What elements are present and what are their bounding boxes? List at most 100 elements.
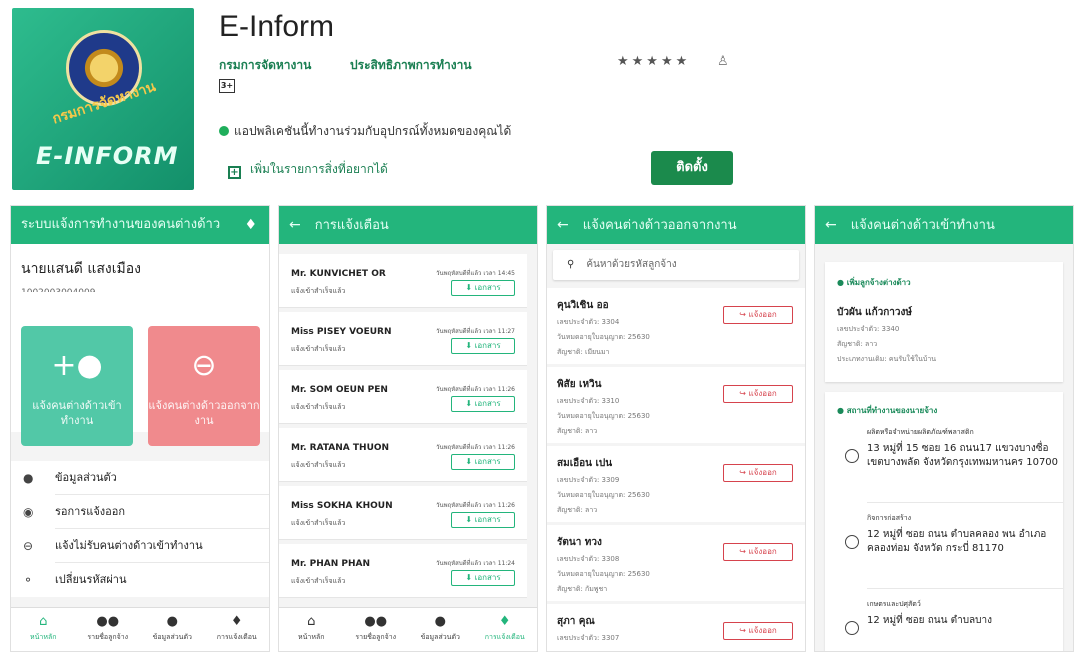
list-item[interactable]: รัตนา ทวง เลขประจำตัว: 3308 วันหมดอายุใบอน… (547, 525, 805, 601)
menu-item-reject[interactable]: ⊖ แจ้งไม่รับคนต่างด้าวเข้าทำงาน (23, 529, 269, 563)
document-button[interactable]: ⬇ เอกสาร (451, 338, 515, 354)
workplace-option[interactable]: กิจการก่อสร้าง 12 หมู่ที่ ซอย ถนน ตำบลคลอ… (845, 503, 1063, 589)
workplace-option[interactable]: ผลิตหรือจำหน่ายผลิตภัณฑ์พลาสติก 13 หมู่ที… (845, 417, 1063, 503)
out-label: แจ้งออก (748, 468, 777, 477)
nationality: สัญชาติ: เมียนมา (557, 348, 610, 356)
menu-label: ข้อมูลส่วนตัว (55, 471, 117, 484)
status-text: แจ้งเข้าสำเร็จแล้ว (291, 287, 346, 295)
person-icon: ● (166, 614, 178, 629)
document-button[interactable]: ⬇ เอกสาร (451, 512, 515, 528)
nav-notifications[interactable]: ♦ การแจ้งเตือน (473, 608, 538, 651)
menu-item-profile[interactable]: ● ข้อมูลส่วนตัว (23, 461, 269, 495)
out-label: แจ้งออก (748, 547, 777, 556)
logout-icon: ↪ (739, 626, 749, 635)
business-type: เกษตรและปศุสัตว์ (867, 600, 921, 608)
info-heading-text: เพิ่มลูกจ้างต่างด้าว (846, 278, 911, 287)
radio-button[interactable] (845, 621, 859, 635)
doc-label: เอกสาร (474, 341, 501, 350)
nav-notifications[interactable]: ♦ การแจ้งเตือน (205, 608, 270, 651)
download-icon: ⬇ (465, 399, 475, 408)
menu-label: แจ้งไม่รับคนต่างด้าวเข้าทำงาน (55, 539, 203, 552)
notify-out-button[interactable]: ↪ แจ้งออก (723, 385, 793, 403)
workplace-option[interactable]: เกษตรและปศุสัตว์ 12 หมู่ที่ ซอย ถนน ตำบลบ… (845, 589, 1063, 651)
bell-icon: ♦ (230, 614, 243, 629)
bottom-nav: ⌂ หน้าหลัก ●● รายชื่อลูกจ้าง ● ข้อมูลส่วนตั… (279, 607, 537, 651)
nav-home[interactable]: ⌂ หน้าหลัก (11, 608, 76, 651)
notify-out-button[interactable]: ↪ แจ้งออก (723, 622, 793, 640)
out-label: แจ้งออก (748, 389, 777, 398)
back-arrow-icon[interactable]: ← (825, 217, 837, 233)
permit-expiry: วันหมดอายุใบอนุญาต: 25630 (557, 412, 650, 420)
user-info: นายแสนดี แสงเมือง 1002003004009 (11, 244, 269, 298)
developer-link[interactable]: กรมการจัดหางาน (219, 56, 311, 75)
download-icon: ⬇ (465, 573, 475, 582)
download-icon: ⬇ (465, 341, 475, 350)
bell-icon[interactable]: ♦ (244, 206, 257, 244)
nav-profile[interactable]: ● ข้อมูลส่วนตัว (140, 608, 205, 651)
doc-label: เอกสาร (474, 515, 501, 524)
document-button[interactable]: ⬇ เอกสาร (451, 454, 515, 470)
list-item[interactable]: Mr. RATANA THUON แจ้งเข้าสำเร็จแล้ว วันพฤห… (279, 428, 527, 482)
out-label: แจ้งออก (748, 310, 777, 319)
list-item[interactable]: พิสัย เหวิน เลขประจำตัว: 3310 วันหมดอายุใบ… (547, 367, 805, 443)
document-button[interactable]: ⬇ เอกสาร (451, 280, 515, 296)
list-item[interactable]: Miss SOKHA KHOUN แจ้งเข้าสำเร็จแล้ว วันพฤห… (279, 486, 527, 540)
nav-profile[interactable]: ● ข้อมูลส่วนตัว (408, 608, 473, 651)
list-item[interactable]: สมเอือน เปน เลขประจำตัว: 3309 วันหมดอายุใบ… (547, 446, 805, 522)
list-item[interactable]: Miss PISEY VOEURN แจ้งเข้าสำเร็จแล้ว วันพฤ… (279, 312, 527, 366)
document-button[interactable]: ⬇ เอกสาร (451, 570, 515, 586)
screenshot-worker-in: ← แจ้งคนต่างด้าวเข้าทำงาน ● เพิ่มลูกจ้างต… (814, 205, 1074, 652)
download-icon: ⬇ (465, 283, 475, 292)
worker-info-card: ● เพิ่มลูกจ้างต่างด้าว บัวผัน แก้วกาวงษ์… (825, 262, 1063, 382)
tile-worker-out[interactable]: ⊖ แจ้งคนต่างด้าวออกจากงาน (148, 326, 260, 446)
action-tiles: +● แจ้งคนต่างด้าวเข้าทำงาน ⊖ แจ้งคนต่างด… (11, 292, 269, 446)
notify-out-button[interactable]: ↪ แจ้งออก (723, 464, 793, 482)
store-header: กรมการจัดหางาน E-INFORM E-Inform กรมการจ… (0, 0, 1080, 200)
list-item[interactable]: สุภา คุณ เลขประจำตัว: 3307 ↪ แจ้งออก (547, 604, 805, 651)
radio-button[interactable] (845, 449, 859, 463)
search-input[interactable]: ⚲ ค้นหาด้วยรหัสลูกจ้าง (553, 250, 799, 280)
nationality: สัญชาติ: ลาว (837, 340, 878, 348)
info-icon: ◉ (23, 505, 34, 519)
radio-button[interactable] (845, 535, 859, 549)
back-arrow-icon[interactable]: ← (289, 217, 301, 233)
worker-name: Mr. PHAN PHAN (291, 559, 371, 569)
list-item[interactable]: คุนวิเชิน ออ เลขประจำตัว: 3304 วันหมดอายุใ… (547, 288, 805, 364)
search-icon: ⚲ (567, 259, 575, 270)
status-text: แจ้งเข้าสำเร็จแล้ว (291, 403, 346, 411)
bottom-nav: ⌂ หน้าหลัก ●● รายชื่อลูกจ้าง ● ข้อมูลส่วนตั… (11, 607, 269, 651)
notify-out-button[interactable]: ↪ แจ้งออก (723, 306, 793, 324)
list-item[interactable]: Mr. KUNVICHET OR แจ้งเข้าสำเร็จแล้ว วันพฤห… (279, 254, 527, 308)
address: 12 หมู่ที่ ซอย ถนน ตำบลคลอง พน อำเภอคลอง… (867, 529, 1047, 554)
app-bar: ← แจ้งคนต่างด้าวเข้าทำงาน (815, 206, 1073, 244)
bell-icon: ♦ (498, 614, 511, 629)
status-text: แจ้งเข้าสำเร็จแล้ว (291, 345, 346, 353)
nav-label: รายชื่อลูกจ้าง (355, 633, 397, 641)
back-arrow-icon[interactable]: ← (557, 217, 569, 233)
nav-home[interactable]: ⌂ หน้าหลัก (279, 608, 344, 651)
compat-text: แอปพลิเคชันนี้ทำงานร่วมกับอุปกรณ์ทั้งหมด… (234, 124, 512, 138)
menu-item-password[interactable]: ⚬ เปลี่ยนรหัสผ่าน (23, 563, 269, 597)
list-item[interactable]: Mr. SOM OEUN PEN แจ้งเข้าสำเร็จแล้ว วันพฤห… (279, 370, 527, 424)
worker-id: เลขประจำตัว: 3340 (837, 325, 900, 333)
timestamp: วันพฤหัสบดีที่แล้ว เวลา 11:26 (436, 444, 515, 451)
app-title: E-Inform (219, 10, 335, 43)
workplace-card: ● สถานที่ทำงานของนายจ้าง ผลิตหรือจำหน่าย… (825, 392, 1063, 651)
list-item[interactable]: Mr. PHAN PHAN แจ้งเข้าสำเร็จแล้ว วันพฤหัสบ… (279, 544, 527, 598)
notify-out-button[interactable]: ↪ แจ้งออก (723, 543, 793, 561)
tile-in-label: แจ้งคนต่างด้าวเข้าทำงาน (32, 399, 122, 427)
tile-worker-in[interactable]: +● แจ้งคนต่างด้าวเข้าทำงาน (21, 326, 133, 446)
doc-label: เอกสาร (474, 573, 501, 582)
nav-employees[interactable]: ●● รายชื่อลูกจ้าง (344, 608, 409, 651)
worker-name: Mr. RATANA THUON (291, 443, 390, 453)
category-link[interactable]: ประสิทธิภาพการทำงาน (350, 56, 472, 75)
add-person-icon: ● (837, 278, 847, 287)
menu-item-pending[interactable]: ◉ รอการแจ้งออก (23, 495, 269, 529)
document-button[interactable]: ⬇ เอกสาร (451, 396, 515, 412)
wishlist-button[interactable]: + เพิ่มในรายการสิ่งที่อยากได้ (228, 160, 388, 179)
notification-list: Mr. KUNVICHET OR แจ้งเข้าสำเร็จแล้ว วันพฤห… (279, 244, 537, 598)
app-bar-title: แจ้งคนต่างด้าวออกจากงาน (582, 218, 737, 233)
install-button[interactable]: ติดตั้ง (651, 151, 733, 185)
nav-employees[interactable]: ●● รายชื่อลูกจ้าง (76, 608, 141, 651)
app-logo: กรมการจัดหางาน E-INFORM (12, 8, 194, 190)
